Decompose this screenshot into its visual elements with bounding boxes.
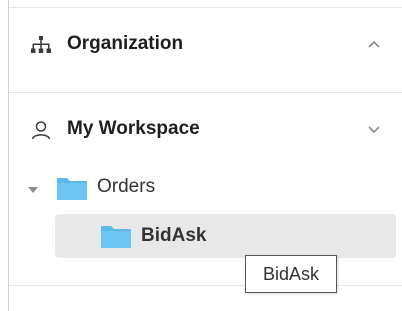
tree-item-orders[interactable]: Orders <box>9 170 389 204</box>
tree-item-label: BidAsk <box>141 225 207 246</box>
bottom-divider <box>9 285 402 286</box>
workspace-section-header[interactable]: My Workspace <box>9 109 402 149</box>
workspace-label: My Workspace <box>67 118 200 139</box>
user-icon <box>30 119 52 141</box>
tree-item-bidask[interactable]: BidAsk <box>55 214 396 258</box>
tooltip: BidAsk <box>245 255 337 293</box>
folder-icon <box>100 223 132 249</box>
chevron-down-icon[interactable] <box>366 121 382 137</box>
top-divider <box>9 7 402 8</box>
folder-icon <box>56 175 88 201</box>
caret-down-icon[interactable] <box>27 182 39 193</box>
tree-item-label: Orders <box>97 176 156 197</box>
section-divider <box>9 92 402 93</box>
navigation-panel: Organization My Workspace Orders BidAsk … <box>0 0 402 311</box>
sitemap-icon <box>30 34 52 56</box>
organization-section-header[interactable]: Organization <box>9 24 402 64</box>
organization-label: Organization <box>67 33 184 54</box>
chevron-up-icon[interactable] <box>366 36 382 52</box>
